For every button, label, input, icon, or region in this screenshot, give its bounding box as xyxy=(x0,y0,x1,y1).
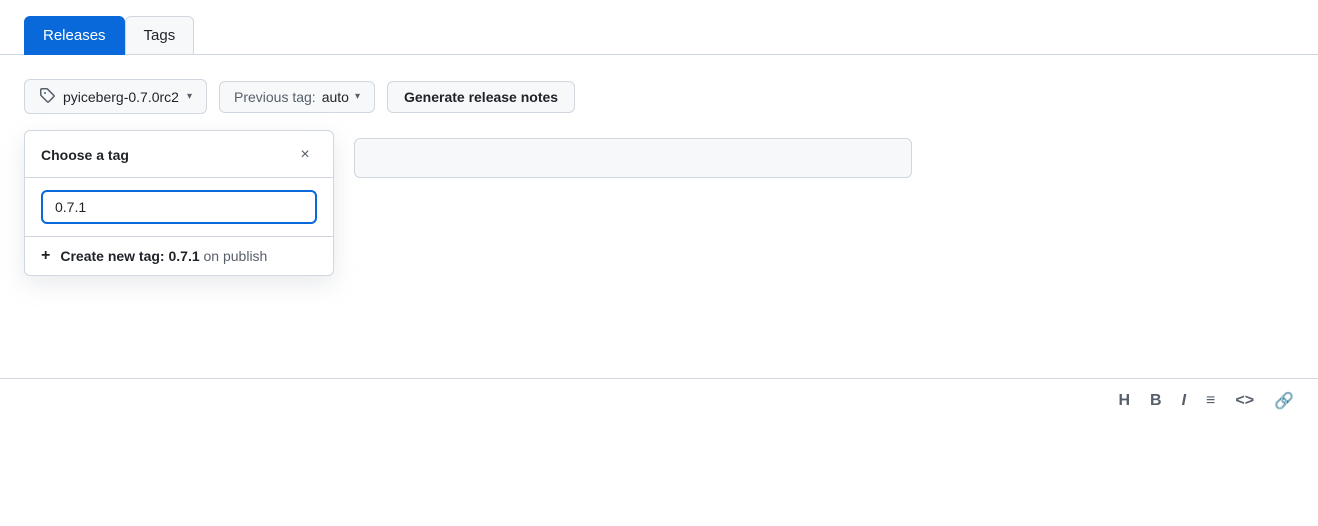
tag-dropdown-button[interactable]: pyiceberg-0.7.0rc2 ▾ xyxy=(24,79,207,114)
tag-dropdown-panel: Choose a tag × + Create new tag: 0.7.1 o… xyxy=(24,130,334,276)
page-container: Releases Tags pyiceberg-0.7.0rc2 ▾ Previ… xyxy=(0,0,1318,526)
toolbar-row: pyiceberg-0.7.0rc2 ▾ Previous tag: auto … xyxy=(0,55,1318,130)
code-icon[interactable]: <> xyxy=(1235,392,1254,410)
tag-dropdown-chevron: ▾ xyxy=(187,91,192,102)
dropdown-panel-header: Choose a tag × xyxy=(25,131,333,178)
dropdown-close-button[interactable]: × xyxy=(293,143,317,167)
create-tag-item[interactable]: + Create new tag: 0.7.1 on publish xyxy=(25,237,333,275)
create-tag-label-muted: on publish xyxy=(204,248,268,264)
bold-icon[interactable]: B xyxy=(1150,392,1162,410)
tab-tags[interactable]: Tags xyxy=(125,16,195,55)
list-icon[interactable]: ≡ xyxy=(1206,392,1215,410)
link-icon[interactable]: 🔗 xyxy=(1274,391,1294,411)
editor-bottom-toolbar: H B I ≡ <> 🔗 xyxy=(0,378,1318,411)
previous-tag-value: auto xyxy=(322,89,349,105)
italic-icon[interactable]: I xyxy=(1182,392,1186,410)
previous-tag-chevron: ▾ xyxy=(355,91,360,102)
generate-release-notes-button[interactable]: Generate release notes xyxy=(387,81,575,113)
tab-releases[interactable]: Releases xyxy=(24,16,125,55)
tab-bar: Releases Tags xyxy=(0,0,1318,55)
content-area: Choose a tag × + Create new tag: 0.7.1 o… xyxy=(0,130,1318,178)
create-tag-label: Create new tag: 0.7.1 on publish xyxy=(60,248,267,264)
editor-title-area xyxy=(354,130,912,178)
dropdown-panel-search xyxy=(25,178,333,236)
tag-icon xyxy=(39,87,55,106)
plus-icon: + xyxy=(41,247,50,265)
previous-tag-dropdown-button[interactable]: Previous tag: auto ▾ xyxy=(219,81,375,113)
editor-title-input[interactable] xyxy=(354,138,912,178)
tag-dropdown-value: pyiceberg-0.7.0rc2 xyxy=(63,89,179,105)
heading-icon[interactable]: H xyxy=(1118,392,1130,410)
tag-search-input[interactable] xyxy=(41,190,317,224)
previous-tag-prefix: Previous tag: xyxy=(234,89,316,105)
dropdown-panel-title: Choose a tag xyxy=(41,147,129,163)
create-tag-label-bold: Create new tag: 0.7.1 xyxy=(60,248,199,264)
